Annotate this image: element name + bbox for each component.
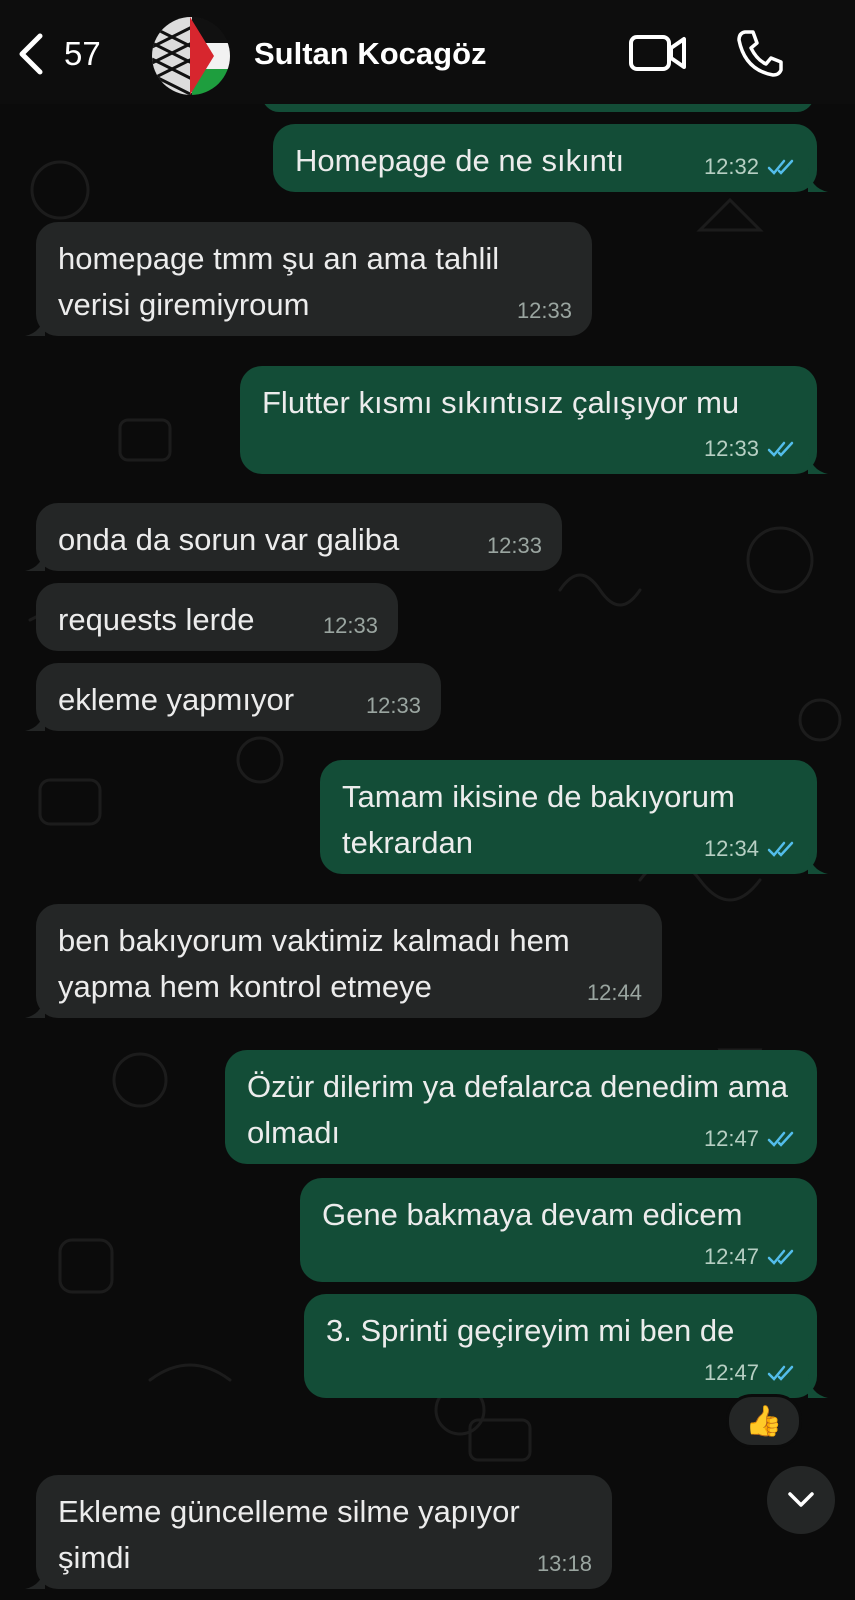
message-text: Ekleme güncelleme silme yapıyor şimdi (58, 1494, 520, 1575)
message-bubble-incoming[interactable]: Ekleme güncelleme silme yapıyor şimdi 13… (25, 1475, 612, 1589)
bubble-tail (25, 994, 45, 1018)
chevron-left-icon (19, 33, 43, 75)
message-text: ben bakıyorum vaktimiz kalmadı hem yapma… (58, 923, 570, 1004)
message-time: 12:33 (516, 298, 572, 323)
message-text: Flutter kısmı sıkıntısız çalışıyor mu (262, 385, 740, 420)
bubble-tail (808, 1374, 828, 1398)
reaction-badge[interactable]: 👍 (726, 1394, 802, 1448)
double-check-read-icon (767, 1131, 794, 1147)
bubble-tail (25, 547, 45, 571)
message-bubble-outgoing[interactable]: Homepage de ne sıkıntı 12:32 (273, 124, 828, 192)
message-time: 12:32 (703, 154, 759, 179)
bubble-tail (25, 1565, 45, 1589)
message-time: 12:47 (703, 1244, 759, 1269)
double-check-read-icon (767, 1249, 794, 1265)
message-bubble-incoming[interactable]: onda da sorun var galiba 12:33 (25, 503, 562, 571)
message-time: 12:34 (703, 836, 759, 861)
message-time: 12:47 (703, 1360, 759, 1385)
message-time: 12:33 (486, 533, 542, 558)
chevron-down-icon (788, 1492, 814, 1507)
bubble-tail (808, 850, 828, 874)
bubble-tail (808, 168, 828, 192)
message-time: 12:33 (365, 693, 421, 718)
message-bubble-outgoing[interactable]: Flutter kısmı sıkıntısız çalışıyor mu 12… (240, 366, 828, 474)
message-bubble-outgoing[interactable]: Tamam ikisine de bakıyorum tekrardan 12:… (320, 760, 828, 874)
double-check-read-icon (767, 159, 794, 175)
unread-count: 57 (64, 35, 101, 72)
phone-call-button[interactable] (735, 28, 785, 83)
message-bubble-outgoing[interactable]: Özür dilerim ya defalarca denedim ama ol… (225, 1050, 817, 1164)
message-text: onda da sorun var galiba (58, 522, 400, 557)
message-bubble-incoming[interactable]: requests lerde 12:33 (36, 583, 398, 651)
message-time: 12:44 (586, 980, 642, 1005)
message-text: homepage tmm şu an ama tahlil verisi gir… (58, 241, 500, 322)
bubble-tail (25, 707, 45, 731)
chat-header: 57 Sultan Kocagöz (0, 0, 855, 104)
message-time: 13:18 (536, 1551, 592, 1576)
message-bubble-incoming[interactable]: homepage tmm şu an ama tahlil verisi gir… (25, 222, 592, 336)
video-call-button[interactable] (628, 28, 688, 83)
thumbs-up-icon: 👍 (745, 1404, 783, 1438)
phone-call-icon (737, 30, 783, 77)
message-bubble-outgoing[interactable]: Gene bakmaya devam edicem 12:47 (300, 1178, 817, 1282)
message-text: ekleme yapmıyor (58, 682, 295, 717)
video-call-icon (629, 35, 686, 71)
back-button[interactable]: 57 (14, 26, 101, 82)
double-check-read-icon (767, 1365, 794, 1381)
bubble-tail (25, 312, 45, 336)
message-bubble-incoming[interactable]: ekleme yapmıyor 12:33 (25, 663, 441, 731)
bubble-tail (808, 450, 828, 474)
scroll-down-button[interactable] (767, 1466, 835, 1534)
message-text: 3. Sprinti geçireyim mi ben de (326, 1313, 735, 1348)
message-bubble-incoming[interactable]: ben bakıyorum vaktimiz kalmadı hem yapma… (25, 904, 662, 1018)
message-time: 12:33 (703, 436, 759, 461)
avatar-image (152, 17, 230, 95)
message-time: 12:47 (703, 1126, 759, 1151)
contact-name[interactable]: Sultan Kocagöz (254, 36, 487, 72)
message-time: 12:33 (322, 613, 378, 638)
double-check-read-icon (767, 441, 794, 457)
avatar[interactable] (152, 17, 230, 95)
double-check-read-icon (767, 841, 794, 857)
message-text: Gene bakmaya devam edicem (322, 1197, 743, 1232)
message-bubble-outgoing[interactable]: 3. Sprinti geçireyim mi ben de 12:47 (304, 1294, 828, 1398)
